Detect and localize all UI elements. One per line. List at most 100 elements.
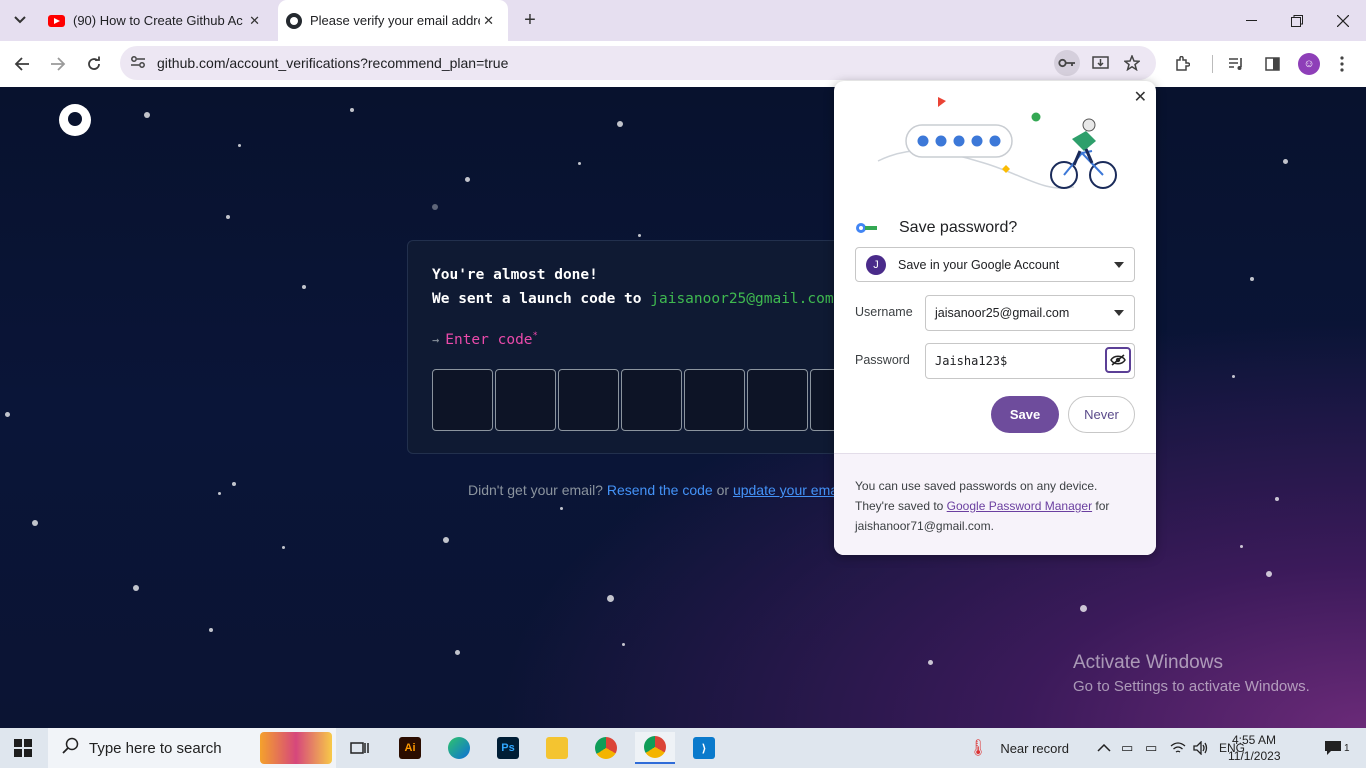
vscode-icon[interactable]: ⟩ — [684, 732, 724, 764]
volume-icon[interactable] — [1193, 728, 1209, 768]
media-controls-icon[interactable] — [1222, 50, 1250, 78]
dropdown-caret-icon — [1114, 262, 1124, 268]
star-decoration — [560, 507, 563, 510]
code-digit-input[interactable] — [621, 369, 682, 431]
never-button[interactable]: Never — [1068, 396, 1135, 433]
star-decoration — [465, 177, 470, 182]
star-decoration — [1275, 497, 1279, 501]
tab-strip: (90) How to Create Github Acc ✕ Please v… — [0, 0, 1366, 41]
dialog-heading: Save password? — [856, 219, 1017, 237]
tab-youtube[interactable]: (90) How to Create Github Acc ✕ — [38, 0, 274, 41]
code-digit-input[interactable] — [432, 369, 493, 431]
star-decoration — [928, 660, 933, 665]
chrome-icon[interactable] — [586, 732, 626, 764]
github-logo-icon[interactable] — [59, 104, 91, 136]
search-placeholder: Type here to search — [89, 739, 222, 757]
star-decoration — [617, 121, 623, 127]
update-email-link[interactable]: update your ema — [733, 482, 838, 498]
code-digit-input[interactable] — [684, 369, 745, 431]
back-arrow-icon — [14, 57, 29, 71]
required-mark: * — [532, 331, 538, 341]
tab-close-icon[interactable]: ✕ — [483, 13, 494, 29]
notification-center-icon[interactable]: 1 — [1324, 728, 1350, 768]
weather-text: Near record — [1000, 740, 1069, 756]
star-decoration — [302, 285, 306, 289]
back-button[interactable] — [8, 50, 36, 78]
reload-icon — [88, 56, 100, 70]
resend-code-link[interactable]: Resend the code — [607, 482, 713, 498]
code-digit-input[interactable] — [495, 369, 556, 431]
star-decoration — [607, 595, 614, 602]
star-decoration — [238, 144, 241, 147]
chrome-profile-icon[interactable] — [635, 732, 675, 764]
tab-github[interactable]: Please verify your email addre ✕ — [278, 0, 508, 41]
password-field[interactable]: Jaisha123$ — [925, 343, 1135, 379]
show-hidden-icons-chevron-icon[interactable] — [1097, 728, 1111, 768]
clock-date: 11/1/2023 — [1228, 749, 1281, 763]
code-digit-input[interactable] — [558, 369, 619, 431]
star-decoration — [5, 412, 10, 417]
browser-menu-icon[interactable] — [1328, 50, 1356, 78]
reload-button[interactable] — [80, 50, 108, 78]
url-text[interactable]: github.com/account_verifications?recomme… — [157, 55, 508, 71]
windows-taskbar: Type here to search Ai Ps ⟩ 🌡 Near recor… — [0, 728, 1366, 768]
close-dialog-icon[interactable]: ✕ — [1134, 87, 1147, 107]
tab-search-chevron-icon[interactable] — [6, 8, 34, 32]
tab-close-icon[interactable]: ✕ — [249, 13, 260, 29]
star-decoration — [443, 537, 449, 543]
resend-text: Didn't get your email? Resend the code o… — [468, 482, 838, 498]
save-password-dialog: ✕ Save password? J Save in your Google A… — [834, 81, 1156, 555]
search-icon — [62, 737, 79, 759]
battery-icon[interactable]: ▭ — [1145, 728, 1157, 768]
close-window-button[interactable] — [1320, 0, 1366, 41]
activate-windows-watermark: Activate Windows Go to Settings to activ… — [1073, 652, 1310, 695]
minimize-button[interactable] — [1228, 0, 1274, 41]
browser-toolbar: github.com/account_verifications?recomme… — [0, 41, 1366, 87]
dialog-footer: You can use saved passwords on any devic… — [834, 453, 1156, 555]
password-key-icon[interactable] — [1054, 50, 1080, 76]
search-highlight-image — [260, 732, 332, 764]
dropdown-caret-icon — [1114, 310, 1124, 316]
code-digit-input[interactable] — [747, 369, 808, 431]
site-settings-icon[interactable] — [130, 54, 146, 73]
forward-button[interactable] — [44, 50, 72, 78]
username-label: Username — [855, 305, 913, 319]
save-button[interactable]: Save — [991, 396, 1059, 433]
windows-start-icon[interactable] — [14, 739, 32, 757]
extensions-icon[interactable] — [1168, 50, 1196, 78]
address-bar[interactable]: github.com/account_verifications?recomme… — [120, 46, 1156, 80]
toolbar-divider — [1212, 55, 1213, 73]
account-avatar: J — [866, 254, 886, 275]
install-app-icon[interactable] — [1087, 50, 1113, 76]
weather-widget[interactable]: 🌡 Near record — [968, 728, 1069, 768]
thermometer-icon: 🌡 — [968, 740, 989, 757]
wifi-icon[interactable] — [1170, 728, 1186, 768]
save-destination-dropdown[interactable]: J Save in your Google Account — [855, 247, 1135, 282]
star-decoration — [282, 546, 285, 549]
enter-code-label: → Enter code* — [432, 331, 538, 348]
star-decoration — [455, 650, 460, 655]
side-panel-icon[interactable] — [1258, 50, 1286, 78]
arrow-icon: → — [432, 332, 440, 347]
taskbar-search-box[interactable]: Type here to search — [48, 728, 336, 768]
password-illustration — [877, 97, 1117, 189]
username-field[interactable]: jaisanoor25@gmail.com — [925, 295, 1135, 331]
password-manager-link[interactable]: Google Password Manager — [947, 499, 1092, 513]
photoshop-icon[interactable]: Ps — [488, 732, 528, 764]
edge-icon[interactable] — [439, 732, 479, 764]
restore-button[interactable] — [1274, 0, 1320, 41]
bookmark-star-icon[interactable] — [1119, 50, 1145, 76]
hide-password-icon[interactable] — [1105, 347, 1131, 373]
save-destination-label: Save in your Google Account — [898, 257, 1060, 272]
star-decoration — [1266, 571, 1272, 577]
tab-title: (90) How to Create Github Acc — [73, 13, 243, 28]
clock[interactable]: 4:55 AM 11/1/2023 — [1228, 732, 1281, 764]
illustrator-icon[interactable]: Ai — [390, 732, 430, 764]
file-explorer-icon[interactable] — [537, 732, 577, 764]
enter-code-text: Enter code — [445, 331, 533, 348]
new-tab-button[interactable]: + — [518, 8, 542, 32]
meet-icon[interactable]: ▭ — [1121, 728, 1133, 768]
task-view-icon[interactable] — [340, 732, 380, 764]
profile-avatar[interactable]: ☺ — [1298, 53, 1320, 75]
launch-code-text: We sent a launch code to jaisanoor25@gma… — [432, 291, 834, 307]
